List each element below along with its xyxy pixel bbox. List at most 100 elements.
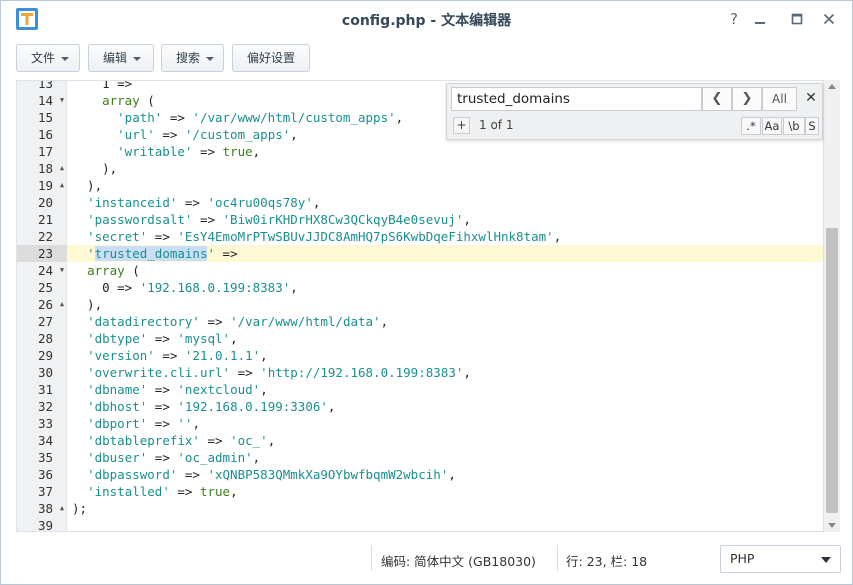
code-text[interactable]: 'secret' => 'EsY4EmoMrPTwSBUvJJDC8AmHQ7p… <box>72 228 561 245</box>
line-number: 16 <box>37 127 53 142</box>
toggle-replace-button[interactable]: + <box>453 117 470 134</box>
scroll-down-icon[interactable] <box>828 523 836 528</box>
code-text[interactable]: 'dbuser' => 'oc_admin', <box>72 449 260 466</box>
code-line[interactable]: 35 'dbuser' => 'oc_admin', <box>17 449 823 466</box>
file-menu-button[interactable]: 文件 <box>16 44 80 72</box>
code-text[interactable]: 'dbport' => '', <box>72 415 200 432</box>
scroll-up-icon[interactable] <box>828 84 836 89</box>
line-number: 34 <box>37 433 53 448</box>
search-in-selection-toggle[interactable]: S <box>805 117 819 135</box>
scrollbar-thumb[interactable] <box>826 228 838 513</box>
code-lines[interactable]: 13 1 => 14 ▼ array (15 'path' => '/var/www… <box>17 81 823 531</box>
fold-close-icon[interactable]: ▲ <box>57 500 67 517</box>
chevron-down-icon <box>206 56 215 61</box>
find-input[interactable] <box>451 87 702 111</box>
search-menu-button[interactable]: 搜索 <box>161 44 224 72</box>
code-text[interactable]: 'writable' => true, <box>72 143 260 160</box>
code-line[interactable]: 19 ▲ ), <box>17 177 823 194</box>
fold-open-icon[interactable]: ▼ <box>57 262 67 279</box>
code-line[interactable]: 21 'passwordsalt' => 'Biw0irKHDrHX8Cw3QC… <box>17 211 823 228</box>
code-text[interactable]: 'datadirectory' => '/var/www/html/data', <box>72 313 388 330</box>
code-text[interactable]: 1 => <box>72 81 132 92</box>
code-line[interactable]: 34 'dbtableprefix' => 'oc_', <box>17 432 823 449</box>
code-editor[interactable]: 13 1 => 14 ▼ array (15 'path' => '/var/www… <box>16 80 823 532</box>
fold-open-icon[interactable]: ▼ <box>57 92 67 109</box>
code-text[interactable]: ), <box>72 160 117 177</box>
fold-close-icon[interactable]: ▲ <box>57 177 67 194</box>
code-text[interactable]: 'passwordsalt' => 'Biw0irKHDrHX8Cw3QCkqy… <box>72 211 471 228</box>
whole-word-toggle[interactable]: \b <box>783 117 805 135</box>
code-text[interactable]: 'dbhost' => '192.168.0.199:3306', <box>72 398 335 415</box>
code-line[interactable]: 32 'dbhost' => '192.168.0.199:3306', <box>17 398 823 415</box>
close-icon[interactable] <box>817 7 841 31</box>
help-icon[interactable]: ? <box>722 7 746 31</box>
code-line[interactable]: 26 ▲ ), <box>17 296 823 313</box>
find-previous-button[interactable]: ❮ <box>702 87 732 111</box>
find-next-button[interactable]: ❯ <box>732 87 762 111</box>
line-number: 17 <box>37 144 53 159</box>
chevron-down-icon <box>133 56 142 61</box>
code-line[interactable]: 20 'instanceid' => 'oc4ru00qs78y', <box>17 194 823 211</box>
code-line[interactable]: 29 'version' => '21.0.1.1', <box>17 347 823 364</box>
line-number: 32 <box>37 399 53 414</box>
code-text[interactable]: 'overwrite.cli.url' => 'http://192.168.0… <box>72 364 471 381</box>
code-text[interactable]: 0 => '192.168.0.199:8383', <box>72 279 298 296</box>
code-text[interactable]: 'trusted_domains' => <box>72 245 238 262</box>
line-number: 25 <box>37 280 53 295</box>
code-text[interactable]: 'dbtype' => 'mysql', <box>72 330 238 347</box>
code-line[interactable]: 33 'dbport' => '', <box>17 415 823 432</box>
maximize-icon[interactable] <box>785 7 809 31</box>
code-line[interactable]: 31 'dbname' => 'nextcloud', <box>17 381 823 398</box>
status-divider <box>371 545 372 571</box>
code-text[interactable]: 'url' => '/custom_apps', <box>72 126 298 143</box>
toolbar: 文件 编辑 搜索 偏好设置 <box>1 37 852 79</box>
code-text[interactable]: ), <box>72 296 102 313</box>
line-number: 30 <box>37 365 53 380</box>
fold-close-icon[interactable]: ▲ <box>57 160 67 177</box>
search-match-highlight: trusted_domains <box>94 246 208 261</box>
minimize-icon[interactable] <box>748 7 772 31</box>
line-number: 37 <box>37 484 53 499</box>
code-line[interactable]: 36 'dbpassword' => 'xQNBP583QMmkXa9OYbwf… <box>17 466 823 483</box>
code-line[interactable]: 17 'writable' => true, <box>17 143 823 160</box>
code-line-active[interactable]: 23 'trusted_domains' => <box>17 245 823 262</box>
line-number: 23 <box>17 245 67 262</box>
title-bar[interactable]: config.php - 文本编辑器 ? <box>1 1 852 37</box>
fold-close-icon[interactable]: ▲ <box>57 296 67 313</box>
code-text[interactable]: ), <box>72 177 102 194</box>
code-line[interactable]: 22 'secret' => 'EsY4EmoMrPTwSBUvJJDC8AmH… <box>17 228 823 245</box>
regex-toggle[interactable]: .* <box>741 117 761 135</box>
code-text[interactable]: array ( <box>72 92 155 109</box>
code-text[interactable]: 'dbpassword' => 'xQNBP583QMmkXa9OYbwfbqm… <box>72 466 456 483</box>
line-number: 15 <box>37 110 53 125</box>
line-number: 29 <box>37 348 53 363</box>
code-line[interactable]: 25 0 => '192.168.0.199:8383', <box>17 279 823 296</box>
code-line[interactable]: 37 'installed' => true, <box>17 483 823 500</box>
code-line[interactable]: 28 'dbtype' => 'mysql', <box>17 330 823 347</box>
vertical-scrollbar[interactable] <box>823 80 840 532</box>
code-text[interactable]: 'instanceid' => 'oc4ru00qs78y', <box>72 194 320 211</box>
code-text[interactable]: ); <box>72 500 87 517</box>
language-select[interactable]: PHP <box>720 545 841 573</box>
code-text[interactable]: 'dbname' => 'nextcloud', <box>72 381 268 398</box>
code-line[interactable]: 39 <box>17 517 823 531</box>
code-text[interactable]: array ( <box>72 262 140 279</box>
line-number: 31 <box>37 382 53 397</box>
code-line[interactable]: 30 'overwrite.cli.url' => 'http://192.16… <box>17 364 823 381</box>
code-text[interactable]: 'path' => '/var/www/html/custom_apps', <box>72 109 403 126</box>
code-line[interactable]: 18 ▲ ), <box>17 160 823 177</box>
code-text[interactable]: 'dbtableprefix' => 'oc_', <box>72 432 275 449</box>
code-line[interactable]: 38 ▲); <box>17 500 823 517</box>
close-find-icon[interactable]: ✕ <box>802 88 820 108</box>
preferences-button[interactable]: 偏好设置 <box>232 44 310 72</box>
code-line[interactable]: 27 'datadirectory' => '/var/www/html/dat… <box>17 313 823 330</box>
code-text[interactable]: 'version' => '21.0.1.1', <box>72 347 268 364</box>
find-all-button[interactable]: All <box>762 87 797 111</box>
code-text[interactable]: 'installed' => true, <box>72 483 238 500</box>
line-number: 21 <box>37 212 53 227</box>
chevron-down-icon <box>61 56 70 61</box>
code-line[interactable]: 24 ▼ array ( <box>17 262 823 279</box>
case-sensitive-toggle[interactable]: Aa <box>762 117 782 135</box>
edit-menu-button[interactable]: 编辑 <box>88 44 154 72</box>
chevron-down-icon <box>821 557 831 563</box>
